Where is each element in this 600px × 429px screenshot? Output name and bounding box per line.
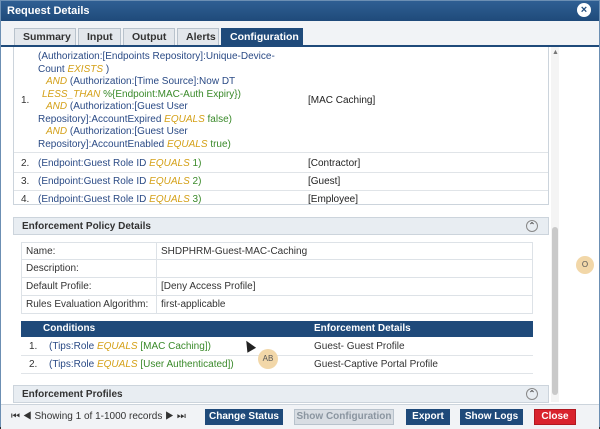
rule-row[interactable]: 2. (Endpoint:Guest Role ID EQUALS 1) [Cont… xyxy=(14,155,548,173)
annotation-badge: O xyxy=(576,256,594,274)
rules-panel: 1. (Authorization:[Endpoints Repository]:… xyxy=(13,47,549,205)
request-details-dialog: Request Details × Summary Input Output A… xyxy=(0,0,600,429)
show-configuration-button[interactable]: Show Configuration xyxy=(294,409,394,425)
rule-condition: (Endpoint:Guest Role ID EQUALS 3) xyxy=(38,194,202,205)
tab-alerts[interactable]: Alerts xyxy=(177,28,219,45)
policy-default-profile-row: Default Profile: [Deny Access Profile] xyxy=(21,278,533,296)
tab-bar: Summary Input Output Alerts Configuratio… xyxy=(1,21,599,47)
scroll-up-icon[interactable]: ▲ xyxy=(552,49,559,56)
close-icon[interactable]: × xyxy=(577,3,591,17)
rule-result: [Guest] xyxy=(308,176,341,187)
next-page-icon[interactable]: ▶ xyxy=(165,411,174,422)
prev-page-icon[interactable]: ◀ xyxy=(23,411,32,422)
rule-number: 1. xyxy=(21,95,30,106)
rule-condition: (Authorization:[Endpoints Repository]:Un… xyxy=(38,51,275,150)
enforcement-profiles-header[interactable]: Enforcement Profiles ⌃ xyxy=(13,385,549,403)
row-details: Guest- Guest Profile xyxy=(314,341,405,352)
tab-summary[interactable]: Summary xyxy=(14,28,76,45)
tab-output[interactable]: Output xyxy=(123,28,175,45)
rule-result: [MAC Caching] xyxy=(308,95,376,106)
row-number: 1. xyxy=(29,341,38,352)
collapse-icon[interactable]: ⌃ xyxy=(526,220,538,232)
policy-algorithm-row: Rules Evaluation Algorithm: first-applic… xyxy=(21,296,533,314)
field-value: SHDPHRM-Guest-MAC-Caching xyxy=(161,246,308,257)
last-page-icon[interactable]: ⏭ xyxy=(177,411,186,422)
rule-number: 3. xyxy=(21,176,30,187)
tab-configuration[interactable]: Configuration xyxy=(221,28,303,45)
field-label: Name: xyxy=(26,246,56,257)
field-label: Default Profile: xyxy=(26,281,92,292)
rule-row[interactable]: 3. (Endpoint:Guest Role ID EQUALS 2) [Gues… xyxy=(14,173,548,191)
rule-row[interactable]: 1. (Authorization:[Endpoints Repository]:… xyxy=(14,49,548,153)
section-title: Enforcement Profiles xyxy=(22,389,123,400)
dialog-footer: ⏮ ◀ Showing 1 of 1-1000 records ▶ ⏭ Chan… xyxy=(1,404,599,429)
field-value: first-applicable xyxy=(161,299,226,310)
pager-text: Showing 1 of 1-1000 records xyxy=(34,411,163,422)
export-button[interactable]: Export xyxy=(406,409,450,425)
rule-number: 4. xyxy=(21,194,30,205)
enforcement-table-header: Conditions Enforcement Details xyxy=(21,321,533,337)
dialog-title: Request Details xyxy=(7,5,90,17)
close-button[interactable]: Close xyxy=(534,409,576,425)
tab-input[interactable]: Input xyxy=(78,28,121,45)
rule-condition: (Endpoint:Guest Role ID EQUALS 1) xyxy=(38,158,202,169)
row-condition: (Tips:Role EQUALS [User Authenticated]) xyxy=(49,359,234,370)
row-condition: (Tips:Role EQUALS [MAC Caching]) xyxy=(49,341,211,352)
field-value: [Deny Access Profile] xyxy=(161,281,256,292)
policy-name-row: Name: SHDPHRM-Guest-MAC-Caching xyxy=(21,242,533,260)
field-label: Description: xyxy=(26,263,79,274)
scrollbar-thumb[interactable] xyxy=(552,227,558,395)
show-logs-button[interactable]: Show Logs xyxy=(460,409,523,425)
enforcement-policy-details-header[interactable]: Enforcement Policy Details ⌃ xyxy=(13,217,549,235)
first-page-icon[interactable]: ⏮ xyxy=(11,411,20,422)
field-label: Rules Evaluation Algorithm: xyxy=(26,299,149,310)
rule-row[interactable]: 4. (Endpoint:Guest Role ID EQUALS 3) [Empl… xyxy=(14,191,548,205)
dialog-titlebar[interactable]: Request Details × xyxy=(1,1,599,21)
row-number: 2. xyxy=(29,359,38,370)
column-header-enforcement-details: Enforcement Details xyxy=(314,323,411,334)
rule-number: 2. xyxy=(21,158,30,169)
rule-result: [Employee] xyxy=(308,194,359,205)
rule-condition: (Endpoint:Guest Role ID EQUALS 2) xyxy=(38,176,202,187)
table-row[interactable]: 1. (Tips:Role EQUALS [MAC Caching]) Gues… xyxy=(21,338,533,356)
change-status-button[interactable]: Change Status xyxy=(205,409,283,425)
column-header-conditions: Conditions xyxy=(43,323,96,334)
section-title: Enforcement Policy Details xyxy=(22,221,151,232)
rule-result: [Contractor] xyxy=(308,158,361,169)
collapse-icon[interactable]: ⌃ xyxy=(526,388,538,400)
pager: ⏮ ◀ Showing 1 of 1-1000 records ▶ ⏭ xyxy=(11,411,186,422)
policy-description-row: Description: xyxy=(21,260,533,278)
row-details: Guest-Captive Portal Profile xyxy=(314,359,438,370)
annotation-badge: AB xyxy=(258,349,278,369)
